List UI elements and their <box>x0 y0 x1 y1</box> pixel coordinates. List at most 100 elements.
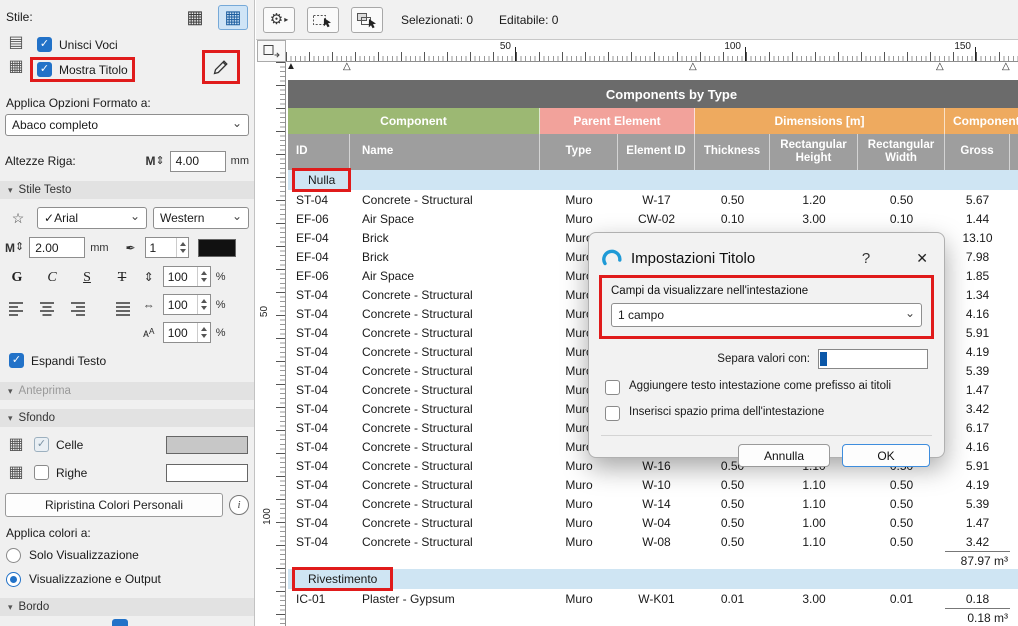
table-cell[interactable]: W-08 <box>618 532 695 551</box>
table-cell[interactable]: 0.50 <box>695 475 770 494</box>
table-cell[interactable]: 0.10 <box>858 209 945 228</box>
close-button[interactable]: ✕ <box>912 250 932 267</box>
table-cell[interactable]: 0.50 <box>695 494 770 513</box>
table-cell[interactable]: Brick <box>350 247 540 266</box>
table-cell[interactable]: 3.42 <box>945 532 1010 551</box>
table-cell[interactable]: EF-04 <box>288 228 350 247</box>
column-group-component[interactable]: Component <box>288 108 540 134</box>
cancel-button[interactable]: Annulla <box>738 444 830 467</box>
table-cell[interactable]: Concrete - Structural <box>350 437 540 456</box>
table-cell[interactable]: Concrete - Structural <box>350 380 540 399</box>
group-header-row[interactable]: Nulla <box>288 170 1018 190</box>
group-header-row[interactable]: Rivestimento <box>288 569 1018 589</box>
table-cell[interactable]: 4.19 <box>945 342 1010 361</box>
horizontal-ruler[interactable]: 50 100 150 <box>286 40 1018 62</box>
column-marker-icon[interactable]: ▲ <box>286 62 296 72</box>
table-cell[interactable]: 1.44 <box>945 209 1010 228</box>
table-cell[interactable]: 0.01 <box>858 589 945 608</box>
table-row[interactable]: ST-04Concrete - StructuralMuroW-170.501.… <box>288 190 1018 209</box>
table-cell[interactable]: Concrete - Structural <box>350 399 540 418</box>
table-cell[interactable]: ST-04 <box>288 190 350 209</box>
table-cell[interactable]: 5.39 <box>945 361 1010 380</box>
separator-input[interactable] <box>818 349 928 369</box>
table-cell[interactable]: Muro <box>540 209 618 228</box>
table-cell[interactable]: W-10 <box>618 475 695 494</box>
table-cell[interactable]: 0.50 <box>858 494 945 513</box>
table-origin-button[interactable] <box>257 40 286 62</box>
table-cell[interactable]: 6.17 <box>945 418 1010 437</box>
table-cell[interactable]: 0.50 <box>858 513 945 532</box>
column-header-gross[interactable]: Gross <box>945 134 1010 170</box>
table-cell[interactable]: Concrete - Structural <box>350 323 540 342</box>
table-cell[interactable]: 5.39 <box>945 494 1010 513</box>
column-header-id[interactable]: ID <box>288 134 350 170</box>
table-cell[interactable]: Concrete - Structural <box>350 342 540 361</box>
table-cell[interactable]: Concrete - Structural <box>350 418 540 437</box>
table-cell[interactable]: Muro <box>540 589 618 608</box>
table-cell[interactable]: ST-04 <box>288 456 350 475</box>
summary-row[interactable]: 87.97 m³ <box>288 551 1018 569</box>
table-cell[interactable]: Concrete - Structural <box>350 513 540 532</box>
column-header-type[interactable]: Type <box>540 134 618 170</box>
pen-stepper[interactable]: 1 <box>145 237 189 258</box>
strikethrough-button[interactable]: T <box>110 266 134 290</box>
table-cell[interactable]: Concrete - Structural <box>350 494 540 513</box>
table-cell[interactable]: Air Space <box>350 266 540 285</box>
table-cell[interactable]: ST-04 <box>288 418 350 437</box>
table-cell[interactable]: Muro <box>540 532 618 551</box>
column-marker-icon[interactable]: △ <box>343 62 351 72</box>
select-elements-button[interactable] <box>307 7 339 33</box>
table-cell[interactable]: Concrete - Structural <box>350 456 540 475</box>
table-cell[interactable]: 1.47 <box>945 380 1010 399</box>
stepper-up-icon[interactable] <box>180 242 186 246</box>
column-header-name[interactable]: Name <box>350 134 540 170</box>
table-row[interactable]: IC-01Plaster - GypsumMuroW-K010.013.000.… <box>288 589 1018 608</box>
table-cell[interactable]: ST-04 <box>288 399 350 418</box>
table-row[interactable]: ST-04Concrete - StructuralMuroW-100.501.… <box>288 475 1018 494</box>
reset-colors-button[interactable]: Ripristina Colori Personali <box>5 493 223 517</box>
table-cell[interactable]: 3.00 <box>770 589 858 608</box>
stepper-down-icon[interactable] <box>180 249 186 253</box>
column-marker-icon[interactable]: △ <box>936 62 944 72</box>
section-stile-testo[interactable]: ▾ Stile Testo <box>0 181 254 199</box>
text-width-stepper[interactable]: 100 <box>163 294 211 315</box>
table-cell[interactable]: Muro <box>540 475 618 494</box>
table-cell[interactable]: CW-02 <box>618 209 695 228</box>
char-spacing-stepper[interactable]: 100 <box>163 322 211 343</box>
stepper-up-icon[interactable] <box>201 327 207 331</box>
table-cell[interactable]: 1.47 <box>945 513 1010 532</box>
table-cell[interactable]: Concrete - Structural <box>350 304 540 323</box>
table-cell[interactable]: Concrete - Structural <box>350 361 540 380</box>
table-cell[interactable]: Concrete - Structural <box>350 475 540 494</box>
table-cell[interactable]: 5.91 <box>945 456 1010 475</box>
align-center-button[interactable] <box>36 299 58 317</box>
column-marker-icon[interactable]: △ <box>1002 62 1010 72</box>
table-cell[interactable]: 4.16 <box>945 437 1010 456</box>
table-cell[interactable]: 1.10 <box>770 494 858 513</box>
table-cell[interactable]: EF-04 <box>288 247 350 266</box>
partial-checkbox[interactable] <box>112 619 128 626</box>
column-header-rect-width[interactable]: Rectangular Width <box>858 134 945 170</box>
table-cell[interactable]: 1.00 <box>770 513 858 532</box>
table-cell[interactable]: 3.00 <box>770 209 858 228</box>
table-cell[interactable]: Plaster - Gypsum <box>350 589 540 608</box>
column-marker-icon[interactable]: △ <box>689 62 697 72</box>
underline-button[interactable]: S <box>75 266 99 290</box>
table-cell[interactable]: 13.10 <box>945 228 1010 247</box>
stepper-up-icon[interactable] <box>201 299 207 303</box>
stepper-up-icon[interactable] <box>201 271 207 275</box>
stepper-down-icon[interactable] <box>201 278 207 282</box>
fields-dropdown[interactable]: 1 campo ⌄ <box>611 303 922 327</box>
column-group-component-2[interactable]: Component <box>945 108 1018 134</box>
stepper-down-icon[interactable] <box>201 306 207 310</box>
table-row[interactable]: ST-04Concrete - StructuralMuroW-040.501.… <box>288 513 1018 532</box>
italic-button[interactable]: C <box>40 266 64 290</box>
stepper-down-icon[interactable] <box>201 334 207 338</box>
section-bordo[interactable]: ▾ Bordo <box>0 598 254 616</box>
table-cell[interactable]: W-14 <box>618 494 695 513</box>
table-cell[interactable]: ST-04 <box>288 323 350 342</box>
column-header-thickness[interactable]: Thickness <box>695 134 770 170</box>
table-cell[interactable]: 1.10 <box>770 475 858 494</box>
column-group-dimensions[interactable]: Dimensions [m] <box>695 108 945 134</box>
table-cell[interactable]: Concrete - Structural <box>350 285 540 304</box>
